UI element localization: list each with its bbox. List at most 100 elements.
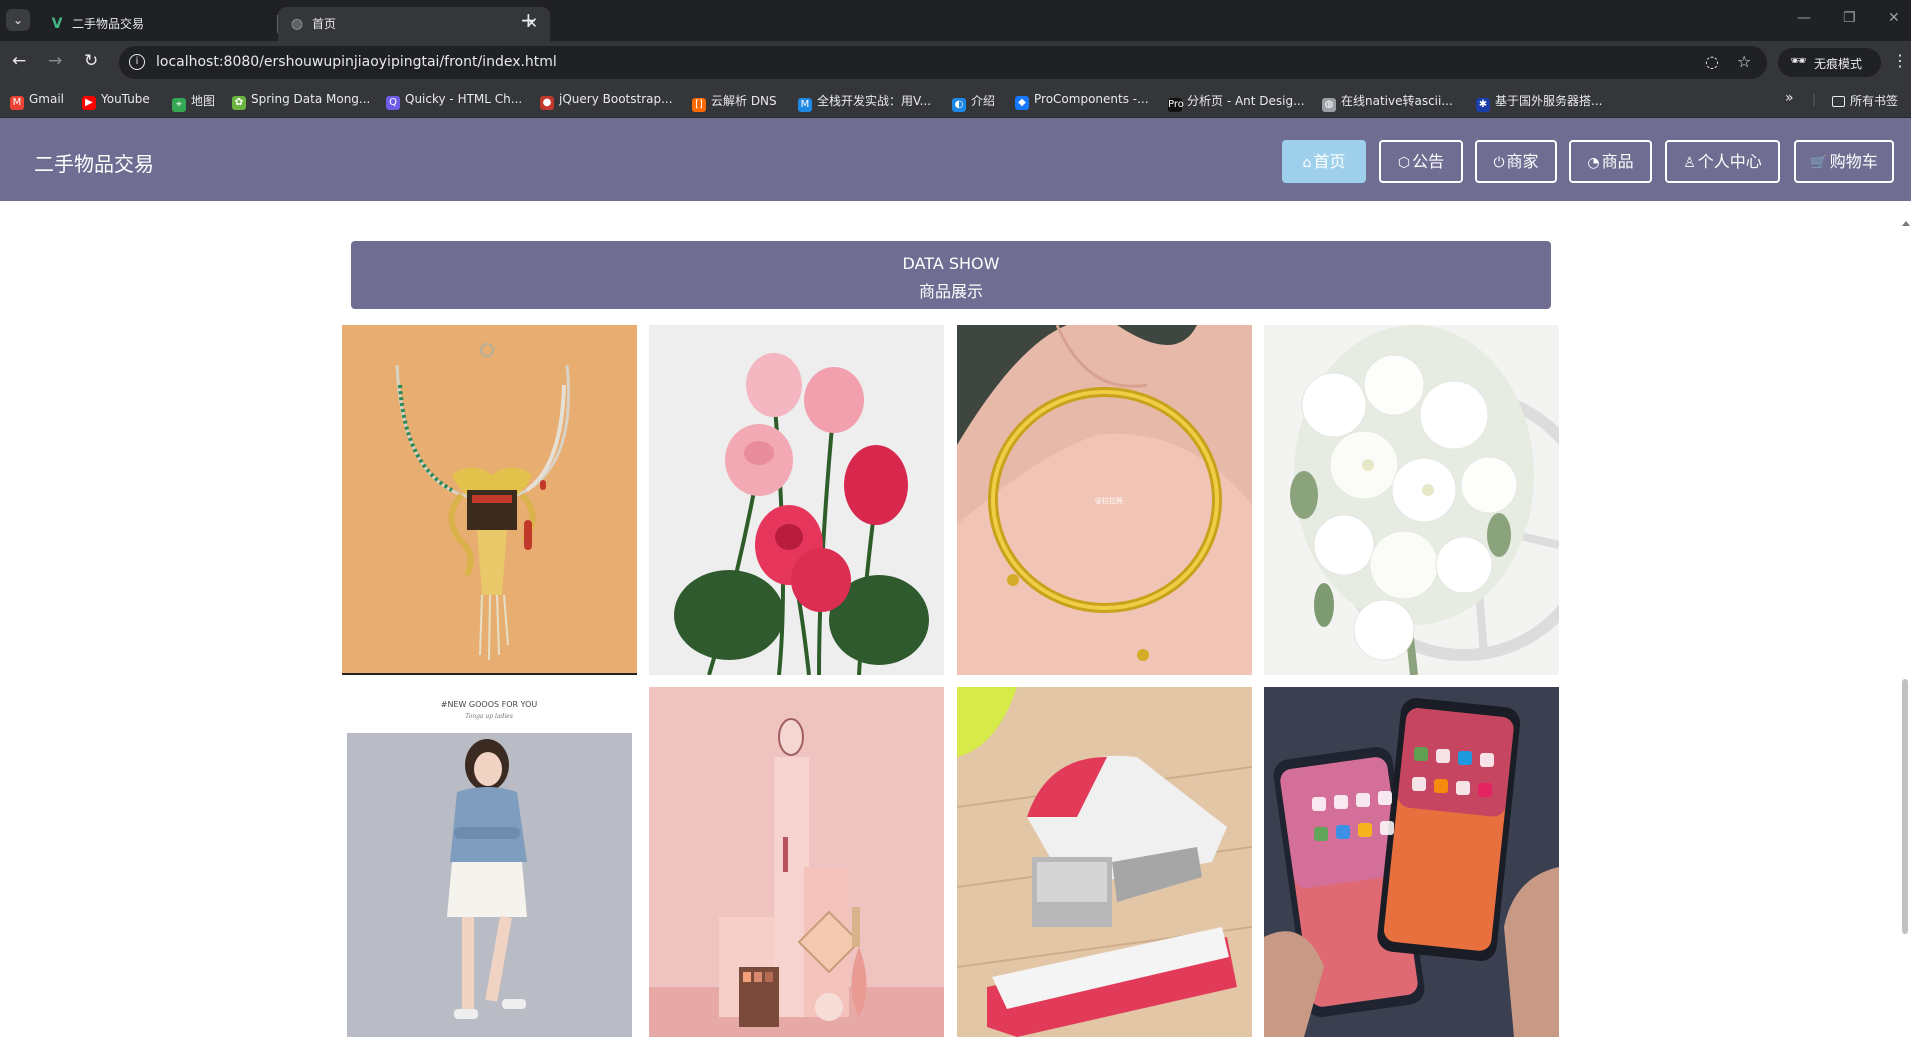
nav-label: 购物车 [1829,152,1878,171]
all-bookmarks-button[interactable]: 所有书签 [1832,92,1898,109]
site-logo[interactable]: 二手物品交易 [34,148,154,177]
folder-icon [1832,96,1845,107]
bookmark-item[interactable]: ◐ 介绍 [952,92,995,112]
tab-title: 二手物品交易 [72,17,145,31]
tab-item-1[interactable]: V 二手物品交易 ✕ [38,7,310,41]
section-title-cn: 商品展示 [918,282,983,301]
nav-home-button[interactable]: ⌂ 首页 [1282,140,1366,183]
globe-icon: ◍ [290,16,304,32]
cart-icon: 🛒 [1810,155,1828,171]
nav-notice-button[interactable]: ⬡ 公告 [1379,140,1463,183]
incognito-badge[interactable]: 🕶 无痕模式 [1778,48,1881,77]
browser-toolbar: ← → ↻ i localhost:8080/ershouwupinjiaoyi… [0,41,1911,84]
reload-icon[interactable]: ↻ [84,51,98,71]
url-text[interactable]: localhost:8080/ershouwupinjiaoyipingtai/… [156,54,557,70]
bookmark-item[interactable]: Pro 分析页 - Ant Desig... [1168,92,1305,112]
bookmarks-bar: M Gmail ▶ YouTube ⌖ 地图 ✿ Spring Data Mong... Q Qu… [0,84,1911,118]
bookmark-item[interactable]: ● jQuery Bootstrap... [540,92,673,110]
more-bookmarks-icon[interactable]: » [1785,90,1794,106]
stapler-image [957,687,1252,1037]
tab-search-button[interactable]: ⌄ [6,9,30,31]
scroll-up-arrow-icon[interactable] [1902,221,1910,226]
gmail-icon: M [10,96,24,110]
nav-label: 个人中心 [1697,152,1762,171]
section-title-en: DATA SHOW [902,254,1000,273]
pink-cosmetics-image [649,687,944,1037]
gauge-icon: ◔ [1587,155,1600,171]
nav-profile-button[interactable]: ♙ 个人中心 [1665,140,1780,183]
bookmark-label: jQuery Bootstrap... [559,92,673,106]
nav-label: 商品 [1601,152,1634,171]
tab-item-2[interactable]: ◍ 首页 ✕ [278,7,550,41]
maps-icon: ⌖ [172,98,186,112]
back-icon[interactable]: ← [12,51,26,71]
nav-label: 商家 [1506,152,1539,171]
product-card-white-flowers[interactable] [1264,325,1559,675]
nav-product-button[interactable]: ◔ 商品 [1569,140,1652,183]
iphones-image [1264,687,1559,1037]
page-scrollbar[interactable] [1900,201,1911,1000]
bookmark-label: 基于国外服务器搭... [1495,94,1603,108]
bookmark-item[interactable]: M Gmail [10,92,64,110]
bookmark-item[interactable]: ⌖ 地图 [172,92,215,112]
product-card-gold-bangle[interactable]: @拉拉熊 [957,325,1252,675]
fashion-caption: #NEW GOOOS FOR YOU [441,700,538,709]
pink-roses-image [649,325,944,675]
bangle-watermark: @拉拉熊 [1095,496,1123,505]
bookmark-item[interactable]: ✿ Spring Data Mong... [232,92,370,110]
menu-kebab-icon[interactable]: ⋮ [1892,51,1908,70]
box-icon: ⬡ [1397,155,1411,171]
incognito-icon: 🕶 [1790,54,1807,69]
bookmark-item[interactable]: ✱ 基于国外服务器搭... [1476,92,1602,112]
bookmark-item[interactable]: ◍ 在线native转ascii... [1322,92,1453,112]
white-flowers-image [1264,325,1559,675]
forward-icon[interactable]: → [48,51,62,71]
bookmark-label: 介绍 [971,94,996,108]
product-card-iphones[interactable] [1264,687,1559,1037]
nav-label: 公告 [1412,152,1445,171]
nav-merchant-button[interactable]: ⏻ 商家 [1475,140,1557,183]
nav-cart-button[interactable]: 🛒 购物车 [1794,140,1894,183]
quicky-icon: Q [386,96,400,110]
bookmark-item[interactable]: ▶ YouTube [82,92,150,110]
vue-logo-icon: V [51,16,63,32]
bookmark-label: 分析页 - Ant Desig... [1187,94,1305,108]
bookmark-item[interactable]: [] 云解析 DNS [692,92,777,112]
data-show-banner: DATA SHOW 商品展示 [351,241,1551,309]
gold-bangle-image: @拉拉熊 [957,325,1252,675]
minimize-icon[interactable]: — [1797,10,1811,26]
new-tab-button[interactable]: + [520,8,537,32]
woman-fashion-image: #NEW GOOOS FOR YOU Tonga up ladies [342,687,637,1037]
product-card-pink-cosmetics[interactable] [649,687,944,1037]
home-icon: ⌂ [1302,155,1312,171]
eye-off-icon[interactable]: ◌ [1705,52,1719,71]
bookmark-item[interactable]: Q Quicky - HTML Ch... [386,92,522,110]
bookmark-divider: | [1812,92,1817,106]
antd-icon: ◆ [1015,96,1029,110]
restore-icon[interactable]: ❐ [1843,10,1856,26]
star-icon[interactable]: ☆ [1737,52,1751,71]
globe-icon: ◍ [1322,98,1336,112]
product-card-pink-roses[interactable] [649,325,944,675]
bookmark-item[interactable]: M 全栈开发实战：用V... [798,92,931,112]
bookmark-label: Spring Data Mong... [251,92,371,106]
scroll-thumb[interactable] [1902,679,1908,934]
necklace-image [342,325,637,675]
bookmark-label: 地图 [191,94,216,108]
close-window-icon[interactable]: ✕ [1888,10,1900,26]
bookmark-label: ProComponents -... [1034,92,1149,106]
flag-icon: ✱ [1476,98,1490,112]
address-bar[interactable]: i localhost:8080/ershouwupinjiaoyipingta… [119,46,1767,79]
product-card-necklace[interactable] [342,325,637,675]
spring-icon: ✿ [232,96,246,110]
bookmark-label: 云解析 DNS [711,94,777,108]
bookmark-label: Gmail [29,92,65,106]
m-icon: M [798,98,812,112]
browser-tabstrip: ⌄ V 二手物品交易 ✕ ◍ 首页 ✕ + — ❐ ✕ [0,0,1911,41]
site-info-icon[interactable]: i [129,54,145,70]
aliyun-icon: [] [692,98,706,112]
bookmark-item[interactable]: ◆ ProComponents -... [1015,92,1149,110]
product-card-stapler[interactable] [957,687,1252,1037]
bookmark-label: YouTube [101,92,150,106]
product-card-woman-fashion[interactable]: #NEW GOOOS FOR YOU Tonga up ladies [342,687,637,1037]
